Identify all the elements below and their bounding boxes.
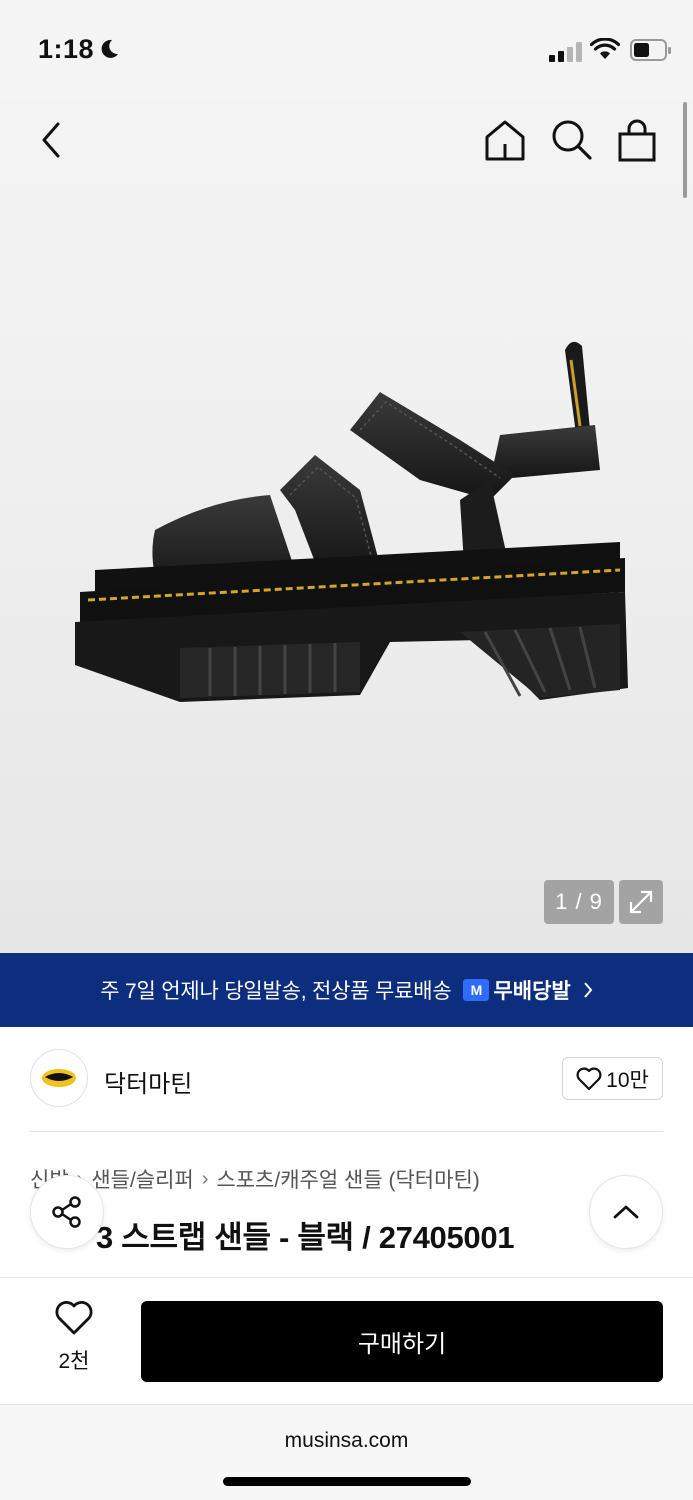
bottom-action-bar: 2천 구매하기 xyxy=(0,1277,693,1404)
breadcrumb: 신발 › 샌들/슬리퍼 › 스포츠/캐주얼 샌들 (닥터마틴) xyxy=(30,1164,480,1194)
promo-badge: M 무배당발 xyxy=(463,975,571,1005)
heart-icon xyxy=(576,1067,602,1090)
heart-icon xyxy=(55,1301,93,1335)
chevron-up-icon xyxy=(613,1205,639,1219)
promo-text: 주 7일 언제나 당일발송, 전상품 무료배송 xyxy=(100,980,452,1003)
status-bar: 1:18 xyxy=(0,0,693,100)
search-button[interactable] xyxy=(550,118,594,162)
breadcrumb-item[interactable]: 스포츠/캐주얼 샌들 (닥터마틴) xyxy=(216,1164,479,1194)
product-image xyxy=(75,341,628,702)
brand-logo[interactable] xyxy=(30,1049,88,1107)
moon-icon xyxy=(101,39,118,58)
battery-icon xyxy=(630,39,671,61)
breadcrumb-item[interactable]: 샌들/슬리퍼 xyxy=(91,1164,193,1194)
product-title-text: 3 스트랩 샌들 - 블랙 / 27405001 xyxy=(96,1220,515,1255)
home-button[interactable] xyxy=(482,118,528,164)
signal-icon xyxy=(549,42,582,62)
expand-button[interactable] xyxy=(619,880,663,924)
share-button[interactable] xyxy=(30,1175,104,1249)
brand-name[interactable]: 닥터마틴 xyxy=(104,1064,192,1099)
wishlist-count: 2천 xyxy=(58,1350,90,1373)
url-text[interactable]: musinsa.com xyxy=(0,1429,693,1453)
share-icon xyxy=(52,1196,81,1228)
home-indicator[interactable] xyxy=(223,1477,471,1486)
search-icon xyxy=(552,120,592,160)
brand-row: 닥터마틴 10만 xyxy=(30,1048,663,1108)
brand-logo-image xyxy=(42,1069,76,1087)
promo-badge-logo: M xyxy=(463,979,490,1001)
promo-badge-label: 무배당발 xyxy=(493,980,571,1003)
cart-icon xyxy=(618,119,656,162)
wishlist-button[interactable]: 2천 xyxy=(44,1300,104,1374)
brand-like-button[interactable]: 10만 xyxy=(562,1057,663,1100)
scroll-indicator xyxy=(683,102,687,198)
cart-button[interactable] xyxy=(615,118,659,164)
wifi-icon xyxy=(590,38,620,59)
browser-url-bar: musinsa.com xyxy=(0,1404,693,1500)
image-counter: 1 / 9 xyxy=(544,880,614,924)
back-button[interactable] xyxy=(36,118,76,162)
divider xyxy=(30,1131,663,1132)
scroll-top-button[interactable] xyxy=(589,1175,663,1249)
back-icon xyxy=(42,122,60,158)
status-time: 1:18 xyxy=(38,34,95,64)
expand-icon xyxy=(629,890,653,914)
brand-like-count: 10만 xyxy=(606,1068,649,1092)
chevron-right-icon xyxy=(583,982,593,998)
buy-button[interactable]: 구매하기 xyxy=(141,1301,663,1382)
home-icon xyxy=(485,120,525,161)
chevron-right-icon: › xyxy=(201,1167,209,1190)
promo-banner[interactable]: 주 7일 언제나 당일발송, 전상품 무료배송 M 무배당발 xyxy=(0,953,693,1027)
